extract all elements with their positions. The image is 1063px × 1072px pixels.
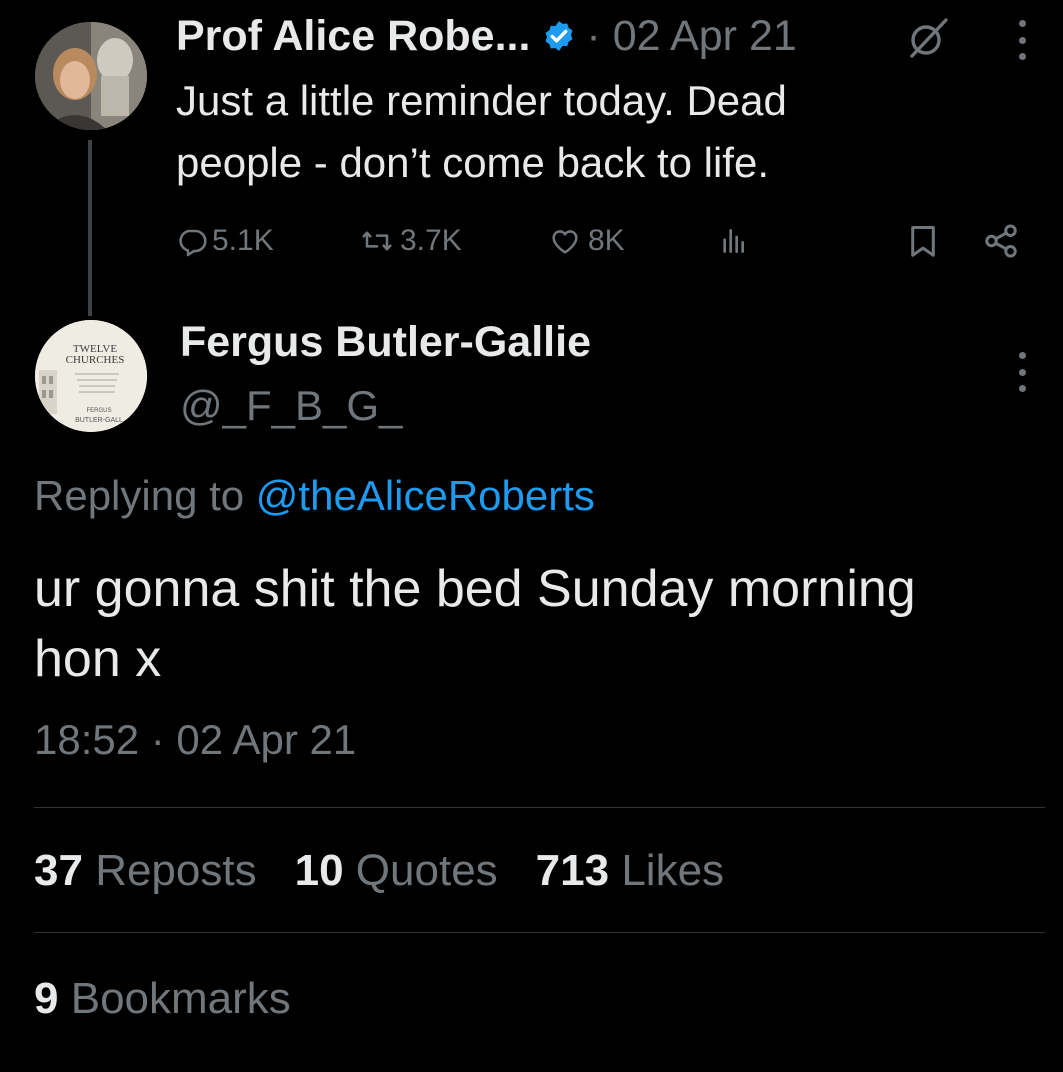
focal-tweet-text: ur gonna shit the bed Sunday morning hon… [34, 554, 1034, 694]
verified-badge-icon [545, 21, 573, 51]
like-icon [552, 230, 578, 254]
divider [34, 807, 1045, 808]
repost-icon [362, 231, 392, 251]
alice-avatar[interactable] [35, 22, 147, 130]
book-cover-image: TWELVE CHURCHES FERGUS BUTLER-GALL [35, 320, 147, 432]
likes-stat[interactable]: 713 Likes [536, 846, 724, 896]
reply-count: 5.1K [212, 224, 274, 257]
reposts-count: 37 [34, 846, 83, 895]
bookmark-button[interactable] [904, 218, 946, 264]
parent-display-name[interactable]: Prof Alice Robe... [176, 12, 530, 61]
like-button[interactable]: 8K [546, 218, 625, 264]
bookmarks-label: Bookmarks [70, 974, 291, 1023]
parent-date[interactable]: · 02 Apr 21 [586, 12, 796, 61]
quotes-count: 10 [294, 846, 344, 895]
focal-more-icon[interactable] [1016, 352, 1028, 392]
share-button[interactable] [982, 218, 1024, 264]
alice-avatar-image [35, 22, 147, 130]
likes-count: 713 [535, 846, 610, 895]
grok-icon[interactable] [904, 14, 952, 62]
focal-text-line: hon x [34, 630, 162, 688]
bookmarks-count: 9 [34, 974, 59, 1023]
book-author-line: BUTLER-GALL [75, 417, 123, 424]
focal-text-line: ur gonna shit the bed Sunday morning [34, 560, 916, 618]
parent-more-icon[interactable] [1016, 20, 1028, 60]
reply-icon [179, 229, 207, 257]
reposts-stat[interactable]: 37 Reposts [34, 846, 257, 896]
thread-connector-line [88, 140, 92, 316]
reply-button[interactable]: 5.1K [176, 218, 274, 264]
focal-handle[interactable]: @_F_B_G_ [180, 382, 402, 430]
likes-label: Likes [621, 846, 725, 895]
like-count: 8K [588, 224, 625, 257]
replying-prefix: Replying to [34, 472, 245, 519]
book-title-line: CHURCHES [66, 354, 125, 366]
parent-tweet-header: Prof Alice Robe... · 02 Apr 21 [176, 8, 797, 64]
bookmarks-stat[interactable]: 9 Bookmarks [34, 974, 291, 1024]
views-button[interactable] [718, 218, 754, 264]
quotes-label: Quotes [355, 846, 498, 895]
share-icon [985, 224, 1017, 258]
repost-button[interactable]: 3.7K [358, 218, 462, 264]
parent-action-bar: 5.1K 3.7K 8K [176, 218, 1026, 264]
parent-text-line: Just a little reminder today. Dead [176, 77, 787, 124]
views-icon [723, 229, 744, 253]
bookmark-icon [911, 226, 935, 257]
replying-mention-link[interactable]: @theAliceRoberts [256, 472, 595, 519]
engagement-stats: 37 Reposts 10 Quotes 713 Likes [34, 846, 762, 896]
book-author-line: FERGUS [86, 408, 111, 414]
repost-count: 3.7K [400, 224, 462, 257]
parent-tweet-text: Just a little reminder today. Dead peopl… [176, 70, 936, 194]
focal-display-name[interactable]: Fergus Butler-Gallie [180, 318, 591, 367]
focal-timestamp[interactable]: 18:52 · 02 Apr 21 [34, 716, 356, 764]
replying-to-line: Replying to @theAliceRoberts [34, 472, 595, 520]
fergus-avatar[interactable]: TWELVE CHURCHES FERGUS BUTLER-GALL [35, 320, 147, 432]
reposts-label: Reposts [95, 846, 257, 895]
quotes-stat[interactable]: 10 Quotes [295, 846, 498, 896]
divider [34, 932, 1045, 933]
parent-text-line: people - don’t come back to life. [176, 139, 770, 186]
